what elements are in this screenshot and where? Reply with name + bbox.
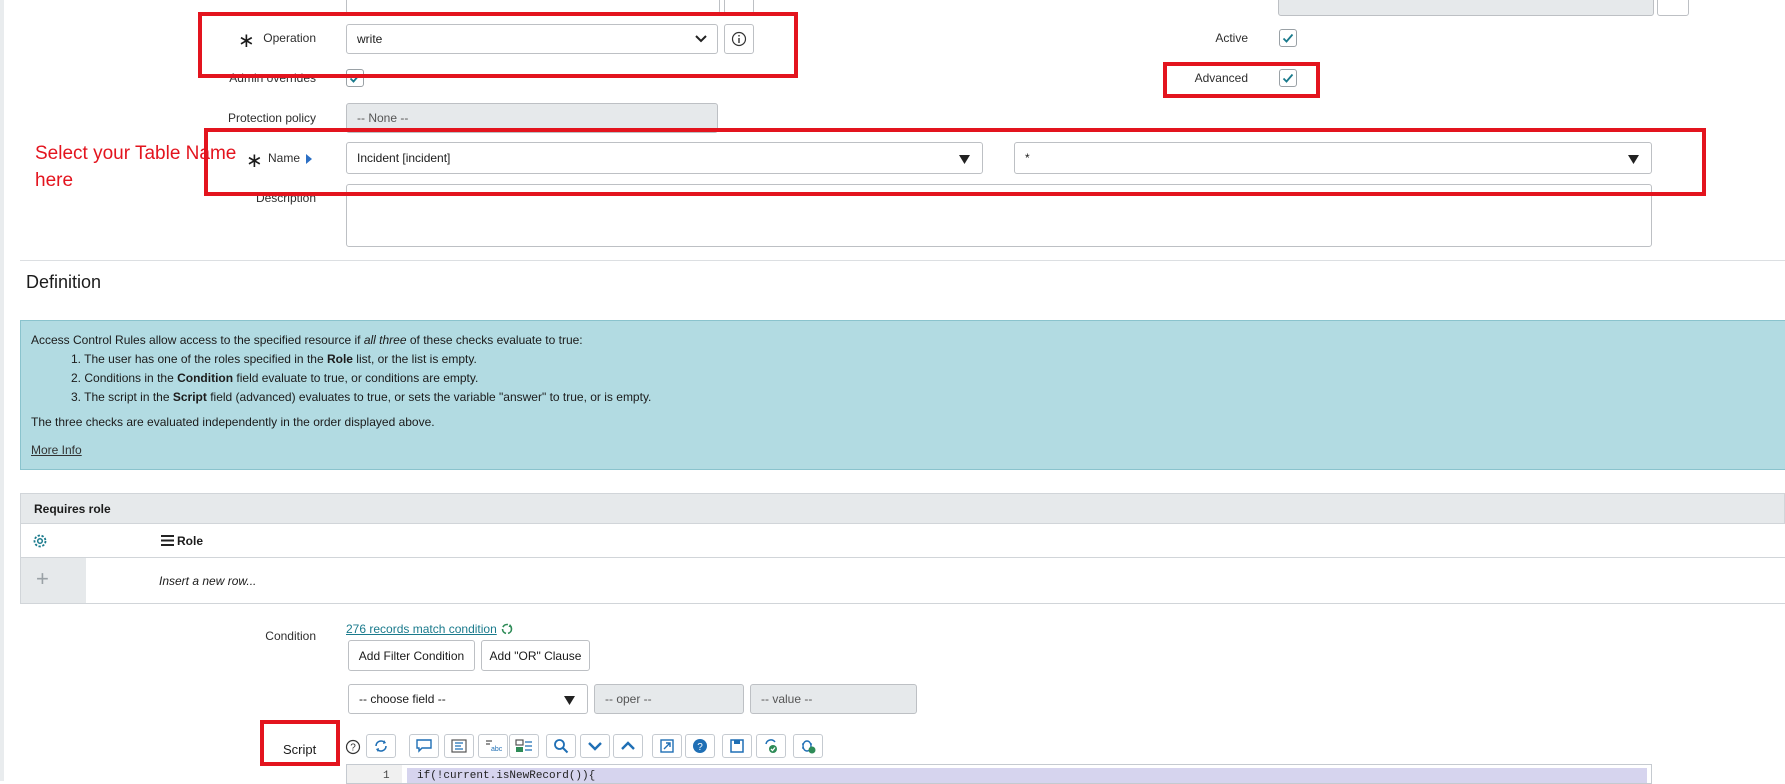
format-code-button[interactable] — [444, 734, 474, 758]
left-edge-line — [0, 0, 4, 781]
script-refresh-button[interactable] — [366, 734, 396, 758]
oper-value: -- oper -- — [605, 692, 652, 706]
help-icon[interactable]: ? — [345, 739, 361, 755]
value-input[interactable]: -- value -- — [750, 684, 917, 714]
definition-intro: Access Control Rules allow access to the… — [31, 333, 583, 347]
editor-gutter — [347, 765, 402, 783]
requires-role-header: Requires role — [20, 493, 1785, 524]
save-button[interactable] — [722, 734, 752, 758]
svg-text:?: ? — [350, 743, 356, 754]
chevron-down-icon — [588, 742, 602, 751]
protection-policy-label: Protection policy — [227, 111, 316, 125]
add-row-cell[interactable]: + — [21, 558, 86, 603]
active-label: Active — [1215, 31, 1248, 45]
condition-label: Condition — [265, 629, 316, 643]
top-partial-field-right — [1278, 0, 1654, 16]
format-icon — [451, 739, 467, 753]
save-icon — [730, 739, 744, 753]
menu-icon[interactable] — [161, 535, 174, 546]
role-insert-row: + Insert a new row... — [20, 558, 1785, 604]
definition-info-box: Access Control Rules allow access to the… — [20, 320, 1785, 470]
fullscreen-button[interactable] — [652, 734, 682, 758]
search-button[interactable] — [546, 734, 576, 758]
script-help-button[interactable]: ? — [685, 734, 715, 758]
active-checkbox[interactable] — [1279, 29, 1297, 47]
replace-button[interactable]: abc — [478, 734, 508, 758]
definition-item-2: 2. Conditions in the Condition field eva… — [71, 371, 479, 385]
name-highlight-box — [204, 128, 1706, 196]
replace-icon: abc — [486, 740, 502, 753]
advanced-highlight-box — [1163, 62, 1320, 98]
refresh-icon[interactable] — [501, 623, 513, 635]
gear-icon[interactable] — [31, 532, 49, 550]
replace-all-button[interactable] — [509, 734, 539, 758]
line-number: 1 — [383, 770, 390, 782]
protection-policy-value: -- None -- — [357, 111, 409, 125]
add-filter-condition-button[interactable]: Add Filter Condition — [348, 640, 475, 671]
insert-row-placeholder[interactable]: Insert a new row... — [159, 574, 256, 588]
search-icon — [554, 739, 569, 754]
question-icon: ? — [693, 739, 707, 753]
checkmark-icon — [1282, 33, 1294, 43]
value-placeholder: -- value -- — [761, 692, 813, 706]
find-next-button[interactable] — [580, 734, 610, 758]
section-divider — [20, 260, 1785, 261]
svg-text:?: ? — [697, 742, 703, 753]
caret-down-icon — [564, 696, 575, 705]
script-highlight-box — [260, 720, 340, 766]
bug-icon — [802, 740, 816, 754]
code-editor[interactable]: 1 if(!current.isNewRecord()){ — [346, 764, 1652, 784]
choose-field-value: -- choose field -- — [359, 692, 446, 706]
definition-item-1: 1. The user has one of the roles specifi… — [71, 352, 477, 366]
svg-text:abc: abc — [491, 746, 502, 753]
definition-note: The three checks are evaluated independe… — [31, 415, 435, 429]
definition-heading: Definition — [26, 272, 102, 292]
toggle-comment-button[interactable] — [409, 734, 439, 758]
role-column-header[interactable]: Role — [177, 534, 203, 548]
sync-icon — [375, 740, 387, 752]
records-match-link[interactable]: 276 records match condition — [346, 622, 497, 636]
syntax-check-button[interactable] — [756, 734, 786, 758]
debug-button[interactable] — [793, 734, 823, 758]
plus-icon: + — [36, 566, 49, 591]
oper-select[interactable]: -- oper -- — [594, 684, 744, 714]
expand-icon — [660, 739, 674, 753]
comment-icon — [416, 739, 432, 753]
role-table-header-row: Role — [20, 524, 1785, 558]
syntax-check-icon — [765, 739, 777, 753]
more-info-link[interactable]: More Info — [31, 443, 82, 457]
add-or-clause-button[interactable]: Add "OR" Clause — [481, 640, 590, 671]
operation-highlight-box — [198, 12, 798, 78]
top-partial-button-right[interactable] — [1657, 0, 1689, 16]
requires-role-title: Requires role — [34, 502, 111, 516]
find-previous-button[interactable] — [613, 734, 643, 758]
choose-field-select[interactable]: -- choose field -- — [348, 684, 588, 714]
definition-item-3: 3. The script in the Script field (advan… — [71, 390, 652, 404]
code-line-1: if(!current.isNewRecord()){ — [417, 770, 596, 782]
replace-all-icon — [515, 739, 532, 752]
chevron-up-icon — [621, 741, 635, 750]
